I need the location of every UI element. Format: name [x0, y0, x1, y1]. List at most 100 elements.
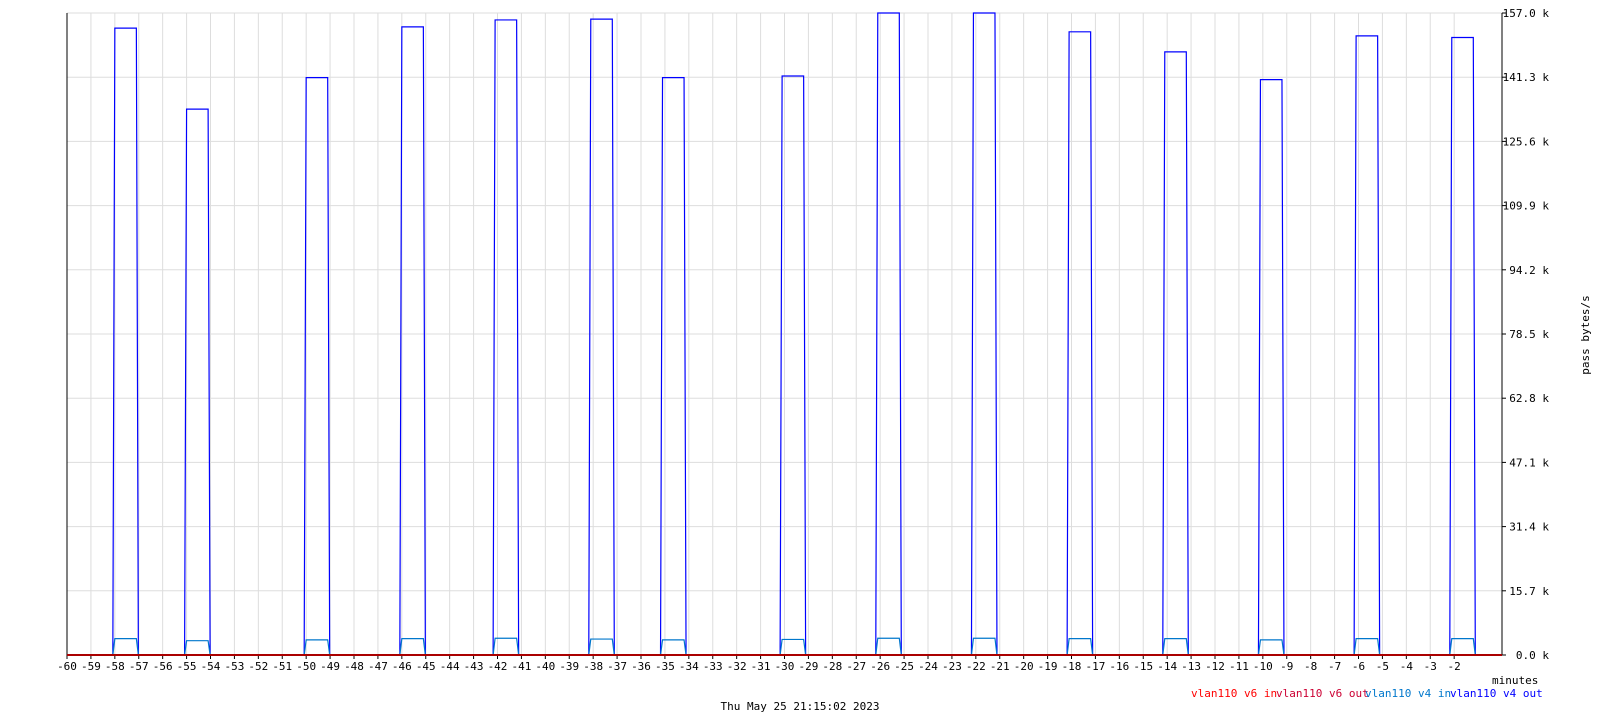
- v4-out-burst: [183, 108, 211, 656]
- x-tick-label: -9: [1280, 660, 1293, 673]
- v4-out-burst: [588, 18, 615, 656]
- x-tick-label: -50: [296, 660, 316, 673]
- x-tick-label: -24: [918, 660, 938, 673]
- v4-in-burst: [1066, 638, 1094, 656]
- x-tick-label: -44: [440, 660, 460, 673]
- y-tick-label: 157.0 k: [1503, 7, 1550, 20]
- x-tick-label: -59: [81, 660, 101, 673]
- x-tick-label: -41: [511, 660, 531, 673]
- x-tick-label: -43: [464, 660, 484, 673]
- x-tick-label: -5: [1376, 660, 1389, 673]
- v4-out-burst: [779, 75, 807, 656]
- x-tick-label: -25: [894, 660, 914, 673]
- x-tick-label: -14: [1157, 660, 1177, 673]
- x-tick-label: -26: [870, 660, 890, 673]
- x-tick-label: -46: [392, 660, 412, 673]
- x-tick-label: -30: [775, 660, 795, 673]
- x-tick-label: -45: [416, 660, 436, 673]
- x-tick-label: -7: [1328, 660, 1341, 673]
- x-tick-label: -58: [105, 660, 125, 673]
- x-tick-label: -55: [177, 660, 197, 673]
- v4-out-burst: [1449, 36, 1476, 656]
- x-tick-label: -15: [1133, 660, 1153, 673]
- x-tick-label: -32: [727, 660, 747, 673]
- x-tick-label: -48: [344, 660, 364, 673]
- x-tick-label: -39: [559, 660, 579, 673]
- y-tick-label: 78.5 k: [1509, 328, 1549, 341]
- v4-out-burst: [1353, 35, 1381, 656]
- x-tick-label: -49: [320, 660, 340, 673]
- x-tick-label: -23: [942, 660, 962, 673]
- v4-out-burst: [1066, 31, 1094, 656]
- y-tick-label: 47.1 k: [1509, 456, 1549, 469]
- x-tick-label: -10: [1253, 660, 1273, 673]
- x-tick-label: -12: [1205, 660, 1225, 673]
- x-tick-label: -40: [535, 660, 555, 673]
- x-tick-label: -20: [1014, 660, 1034, 673]
- x-tick-label: -16: [1109, 660, 1129, 673]
- v4-in-burst: [399, 638, 426, 656]
- x-tick-label: -34: [679, 660, 699, 673]
- v4-in-burst: [659, 639, 687, 656]
- y-tick-label: 141.3 k: [1503, 71, 1550, 84]
- x-tick-label: -56: [153, 660, 173, 673]
- x-tick-label: -38: [583, 660, 603, 673]
- x-tick-labels: -60 -59 -58 -57 -56 -55 -54 -53 -52 -51 -50 -49 -48-…: [57, 660, 1461, 673]
- x-tick-label: -17: [1085, 660, 1105, 673]
- v4-in-burst: [112, 638, 139, 656]
- legend-entry-v6-out: vlan110 v6 out: [1276, 687, 1369, 700]
- v4-in-burst: [1449, 638, 1476, 656]
- v4-in-burst: [1162, 638, 1189, 656]
- y-tick-labels: 0.0 k 15.7 k 31.4 k 47.1 k 62.8 k 78.5 k 94.2 …: [1503, 7, 1550, 662]
- x-tick-label: -42: [488, 660, 508, 673]
- y-tick-label: 109.9 k: [1503, 200, 1550, 213]
- v4-in-burst: [303, 639, 331, 656]
- v4-out-burst: [112, 27, 139, 656]
- v4-in-burst: [970, 637, 998, 656]
- x-axis-label: minutes: [1492, 674, 1538, 687]
- v4-out-burst: [1257, 79, 1285, 656]
- x-tick-label: -11: [1229, 660, 1249, 673]
- x-tick-label: -47: [368, 660, 388, 673]
- v4-in-burst: [1353, 638, 1381, 656]
- x-tick-label: -19: [1038, 660, 1058, 673]
- x-tick-label: -29: [798, 660, 818, 673]
- chart-timestamp: Thu May 25 21:15:02 2023: [721, 700, 880, 713]
- traffic-chart: -60 -59 -58 -57 -56 -55 -54 -53 -52 -51 -50 -49 -48-…: [57, 7, 1592, 713]
- x-tick-label: -35: [655, 660, 675, 673]
- x-tick-label: -60: [57, 660, 77, 673]
- x-tick-label: -4: [1400, 660, 1414, 673]
- v4-out-burst: [399, 26, 426, 656]
- x-tick-label: -27: [846, 660, 866, 673]
- x-tick-label: -13: [1181, 660, 1201, 673]
- x-tick-label: -36: [631, 660, 651, 673]
- v4-in-burst: [1257, 639, 1285, 656]
- x-tick-label: -28: [822, 660, 842, 673]
- x-tick-label: -2: [1448, 660, 1461, 673]
- y-tick-label: 31.4 k: [1509, 521, 1549, 534]
- x-tick-label: -3: [1424, 660, 1437, 673]
- x-tick-label: -21: [990, 660, 1010, 673]
- grid-lines: [67, 12, 1502, 655]
- legend-entry-v4-out: vlan110 v4 out: [1450, 687, 1543, 700]
- x-tick-label: -53: [224, 660, 244, 673]
- legend: vlan110 v6 in vlan110 v6 out vlan110 v4 …: [1191, 687, 1543, 700]
- legend-entry-v6-in: vlan110 v6 in: [1191, 687, 1277, 700]
- x-tick-label: -33: [703, 660, 723, 673]
- v4-out-burst: [1162, 51, 1189, 656]
- x-tick-label: -52: [248, 660, 268, 673]
- x-tick-label: -37: [607, 660, 627, 673]
- v4-in-burst: [875, 637, 902, 656]
- v4-in-burst: [183, 640, 211, 656]
- y-tick-label: 0.0 k: [1516, 649, 1549, 662]
- y-tick-label: 125.6 k: [1503, 135, 1550, 148]
- legend-entry-v4-in: vlan110 v4 in: [1365, 687, 1451, 700]
- v4-in-burst: [779, 638, 807, 656]
- v4-out-burst: [303, 77, 331, 656]
- x-tick-label: -22: [966, 660, 986, 673]
- x-tick-label: -6: [1352, 660, 1365, 673]
- v4-out-burst: [659, 77, 687, 656]
- v4-in-burst: [588, 638, 615, 656]
- x-tick-label: -31: [751, 660, 771, 673]
- x-tick-label: -57: [129, 660, 149, 673]
